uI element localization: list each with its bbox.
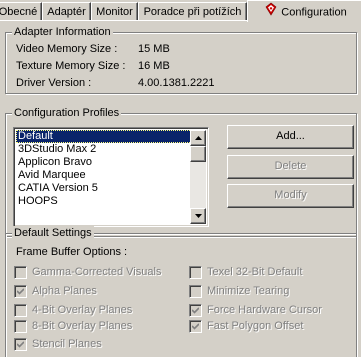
tab-configuration-label: Configuration <box>281 6 347 19</box>
configuration-profiles-title: Configuration Profiles <box>12 106 122 120</box>
checkbox-box <box>14 285 27 298</box>
scroll-thumb[interactable] <box>190 146 206 162</box>
driver-version-value: 4.00.1381.2221 <box>138 77 215 89</box>
checkbox-label: Fast Polygon Offset <box>207 320 304 332</box>
checkbox-box <box>14 338 27 351</box>
default-settings-title: Default Settings <box>12 226 94 240</box>
nvidia-logo-icon <box>265 2 277 22</box>
list-item[interactable]: 3DStudio Max 2 <box>16 143 194 156</box>
tab-monitor[interactable]: Monitor <box>91 2 138 21</box>
scroll-up-button[interactable] <box>190 130 206 146</box>
tab-troubleshooting[interactable]: Poradce při potížích <box>138 2 247 21</box>
add-profile-button[interactable]: Add... <box>227 125 354 149</box>
list-item[interactable]: Avid Marquee <box>16 169 194 182</box>
texture-memory-value: 16 MB <box>138 60 170 72</box>
tab-strip: Obecné Adaptér Monitor Poradce při potíž… <box>0 0 361 22</box>
checkbox-label: Texel 32-Bit Default <box>207 266 303 278</box>
tab-obecne[interactable]: Obecné <box>0 2 42 21</box>
profiles-listbox[interactable]: Default 3DStudio Max 2 Applicon Bravo Av… <box>13 127 209 227</box>
checkbox-label: Gamma-Corrected Visuals <box>32 266 162 278</box>
driver-version-label: Driver Version : <box>16 77 92 89</box>
profiles-scrollbar[interactable] <box>190 130 206 224</box>
video-memory-value: 15 MB <box>138 43 170 55</box>
frame-buffer-options-label: Frame Buffer Options : <box>16 246 128 258</box>
tab-troubleshooting-label: Poradce při potížích <box>143 6 242 18</box>
list-item[interactable]: CATIA Version 5 <box>16 182 194 195</box>
checkbox-box <box>14 320 27 333</box>
video-memory-label: Video Memory Size : <box>16 43 118 55</box>
tab-obecne-label: Obecné <box>0 6 38 18</box>
tab-configuration[interactable]: Configuration <box>247 0 361 22</box>
tab-monitor-label: Monitor <box>96 6 133 18</box>
checkbox-label: 4-Bit Overlay Planes <box>32 304 133 316</box>
checkbox-box <box>14 304 27 317</box>
checkbox-box <box>189 266 202 279</box>
tab-adapter-label: Adaptér <box>47 6 86 18</box>
arrow-up-icon <box>195 136 202 140</box>
checkmark-icon <box>192 323 199 330</box>
checkbox-label: Force Hardware Cursor <box>207 304 322 316</box>
list-item[interactable]: Applicon Bravo <box>16 156 194 169</box>
checkbox-box <box>189 304 202 317</box>
checkmark-icon <box>17 288 24 295</box>
list-item[interactable]: Default <box>16 130 194 143</box>
checkbox-label: 8-Bit Overlay Planes <box>32 320 133 332</box>
arrow-down-icon <box>195 214 202 218</box>
checkbox-box <box>189 285 202 298</box>
modify-profile-button[interactable]: Modify <box>227 184 354 208</box>
checkmark-icon <box>192 307 199 314</box>
list-item[interactable]: HOOPS <box>16 195 194 208</box>
adapter-information-title: Adapter Information <box>12 25 113 39</box>
checkbox-label: Minimize Tearing <box>207 285 290 297</box>
checkmark-icon <box>17 341 24 348</box>
checkbox-box <box>14 266 27 279</box>
scroll-down-button[interactable] <box>190 208 206 224</box>
texture-memory-label: Texture Memory Size : <box>16 60 126 72</box>
checkbox-box <box>189 320 202 333</box>
checkbox-label: Alpha Planes <box>32 285 97 297</box>
checkbox-label: Stencil Planes <box>32 338 102 350</box>
tab-adapter[interactable]: Adaptér <box>42 2 91 21</box>
delete-profile-button[interactable]: Delete <box>227 155 354 179</box>
